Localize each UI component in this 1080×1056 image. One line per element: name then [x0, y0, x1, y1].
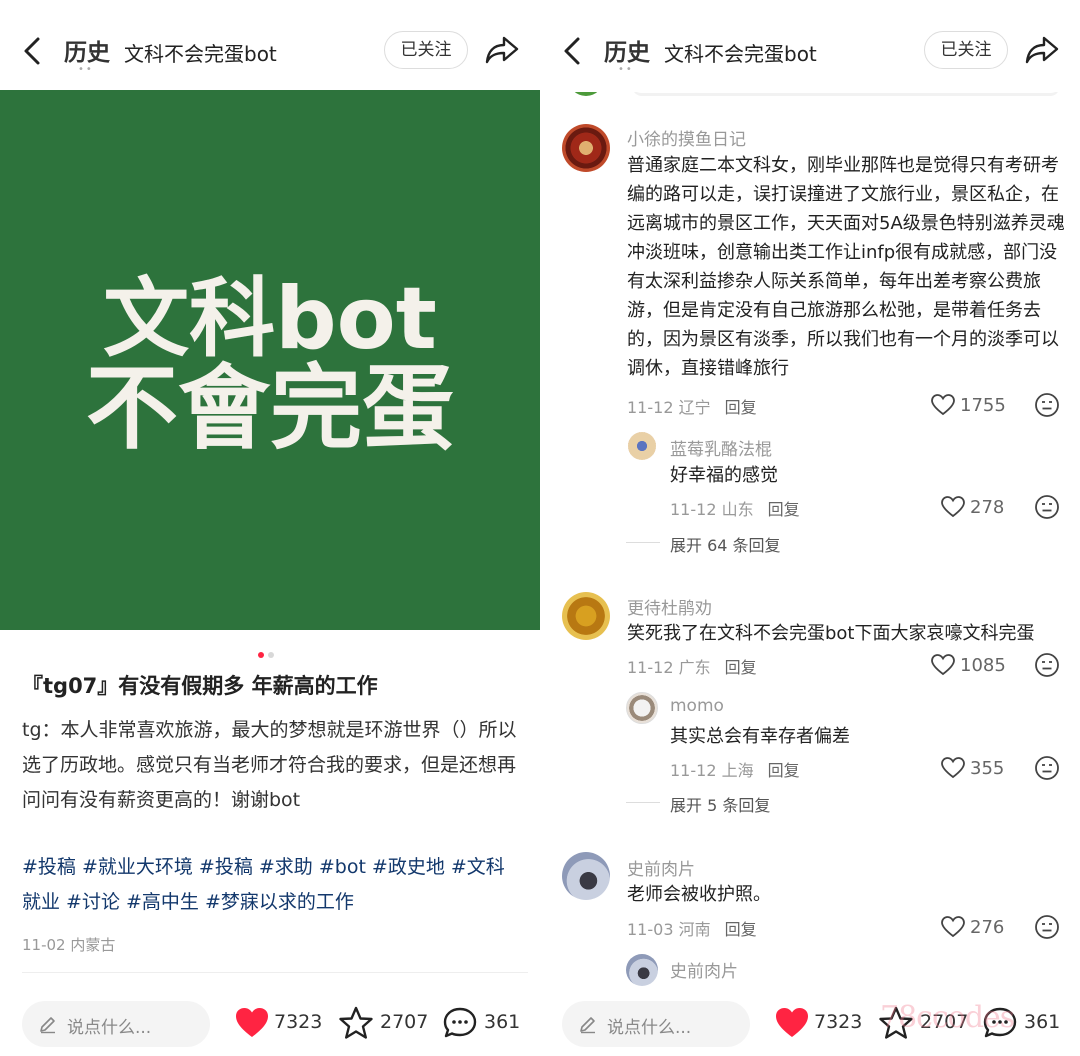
reply-meta: 11-12 上海 回复 — [670, 757, 800, 781]
divider — [22, 972, 528, 973]
comment-author[interactable]: 更待杜鹃劝 — [627, 594, 712, 619]
expand-replies-link[interactable]: 展开 5 条回复 — [625, 792, 770, 816]
reply-text: 好幸福的感觉 — [670, 465, 778, 486]
dislike-face-icon[interactable] — [1034, 652, 1060, 678]
reply-author[interactable]: 史前肉片 — [670, 957, 738, 982]
comment-input[interactable]: 说点什么... — [22, 1001, 210, 1047]
comment-like-count: 276 — [970, 917, 1005, 938]
carousel-indicator — [258, 643, 278, 662]
avatar[interactable] — [562, 124, 610, 172]
like-count: 7323 — [274, 1011, 323, 1033]
heart-outline-icon[interactable] — [940, 915, 966, 939]
comment-author[interactable]: 史前肉片 — [627, 855, 695, 880]
avatar[interactable] — [626, 692, 658, 724]
reply-button[interactable]: 回复 — [768, 761, 800, 780]
reply-button[interactable]: 回复 — [725, 920, 757, 939]
comment-date-location: 11-12 广东 — [627, 658, 711, 677]
history-link[interactable]: 历史 — [604, 33, 650, 67]
comment-meta: 11-12 广东 回复 — [627, 654, 757, 678]
cover-text-line1: 文科bot — [103, 269, 437, 369]
reply-text: 其实总会有幸存者偏差 — [670, 726, 850, 747]
reply-date-location: 11-12 山东 — [670, 500, 754, 519]
comment-text: 普通家庭二本文科女，刚毕业那阵也是觉得只有考研考编的路可以走，误打误撞进了文旅行… — [627, 155, 1065, 379]
heart-outline-icon[interactable] — [930, 393, 956, 417]
reply-like-count: 355 — [970, 758, 1005, 779]
heart-filled-icon[interactable] — [774, 1006, 810, 1040]
dislike-face-icon[interactable] — [1034, 914, 1060, 940]
reply-button[interactable]: 回复 — [725, 658, 757, 677]
top-bar: 历史 •• 文科不会完蛋bot 已关注 — [540, 0, 1080, 92]
post-cover-image[interactable]: 文科bot 不會完蛋 — [0, 90, 540, 630]
dislike-face-icon[interactable] — [1034, 755, 1060, 781]
heart-outline-icon[interactable] — [940, 756, 966, 780]
avatar[interactable] — [562, 852, 610, 900]
follow-button[interactable]: 已关注 — [384, 31, 468, 69]
pen-icon — [40, 1017, 55, 1034]
follow-button[interactable]: 已关注 — [924, 31, 1008, 69]
history-link[interactable]: 历史 — [64, 33, 110, 67]
comment-text: 老师会被收护照。 — [627, 884, 771, 905]
account-title[interactable]: 文科不会完蛋bot — [124, 38, 277, 67]
history-dots: •• — [78, 64, 94, 75]
comment-date-location: 11-03 河南 — [627, 920, 711, 939]
cover-text-line2: 不會完蛋 — [86, 355, 454, 462]
like-count: 7323 — [814, 1011, 863, 1033]
star-icon[interactable] — [338, 1006, 374, 1040]
comment-count: 361 — [1024, 1011, 1061, 1033]
comments-panel: 历史 •• 文科不会完蛋bot 已关注 小徐的摸鱼日记 普通家庭二本文科女，刚毕… — [540, 0, 1080, 1056]
comment-meta: 11-12 辽宁 回复 — [627, 394, 757, 418]
post-meta: 11-02 内蒙古 — [22, 936, 116, 954]
top-bar: 历史 •• 文科不会完蛋bot 已关注 — [0, 0, 540, 92]
comment-input-placeholder: 说点什么... — [607, 1018, 692, 1038]
reply-author[interactable]: 蓝莓乳酪法棍 — [670, 435, 772, 460]
comment-like-count: 1085 — [960, 655, 1006, 676]
share-icon[interactable] — [484, 34, 520, 66]
post-body: tg：本人非常喜欢旅游，最大的梦想就是环游世界（）所以选了历政地。感觉只有当老师… — [22, 719, 517, 811]
reply-button[interactable]: 回复 — [725, 398, 757, 417]
reply-date-location: 11-12 上海 — [670, 761, 754, 780]
post-tags[interactable]: #投稿 #就业大环境 #投稿 #求助 #bot #政史地 #文科就业 #讨论 #… — [22, 850, 522, 920]
pen-icon — [580, 1017, 595, 1034]
comment-text: 笑死我了在文科不会完蛋bot下面大家哀嚎文科完蛋 — [627, 623, 1035, 644]
comment-count: 361 — [484, 1011, 521, 1033]
back-icon[interactable] — [22, 36, 44, 66]
post-panel: 历史 •• 文科不会完蛋bot 已关注 文科bot 不會完蛋 『tg07』有没有… — [0, 0, 540, 1056]
comment-author[interactable]: 小徐的摸鱼日记 — [627, 125, 746, 150]
comment-input-placeholder: 说点什么... — [67, 1018, 152, 1038]
reply-author[interactable]: momo — [670, 696, 724, 716]
comment-input[interactable]: 说点什么... — [562, 1001, 750, 1047]
comment-meta: 11-03 河南 回复 — [627, 916, 757, 940]
watermark: 78ccodes — [880, 1000, 1015, 1035]
bottom-bar: 说点什么... 7323 2707 361 — [0, 992, 540, 1056]
avatar[interactable] — [562, 592, 610, 640]
dislike-face-icon[interactable] — [1034, 392, 1060, 418]
comment-bubble-icon[interactable] — [442, 1006, 478, 1040]
comment-date-location: 11-12 辽宁 — [627, 398, 711, 417]
back-icon[interactable] — [562, 36, 584, 66]
favorite-count: 2707 — [380, 1011, 429, 1033]
expand-replies-link[interactable]: 展开 64 条回复 — [626, 532, 781, 556]
carousel-dot-active — [258, 652, 264, 658]
avatar[interactable] — [626, 954, 658, 986]
avatar[interactable] — [628, 432, 656, 460]
post-title: 『tg07』有没有假期多 年薪高的工作 — [22, 674, 378, 698]
heart-filled-icon[interactable] — [234, 1006, 270, 1040]
reply-meta: 11-12 山东 回复 — [670, 496, 800, 520]
reply-button[interactable]: 回复 — [768, 500, 800, 519]
reply-like-count: 278 — [970, 497, 1005, 518]
share-icon[interactable] — [1024, 34, 1060, 66]
heart-outline-icon[interactable] — [930, 653, 956, 677]
dislike-face-icon[interactable] — [1034, 494, 1060, 520]
history-dots: •• — [618, 64, 634, 75]
comment-like-count: 1755 — [960, 395, 1006, 416]
account-title[interactable]: 文科不会完蛋bot — [664, 38, 817, 67]
heart-outline-icon[interactable] — [940, 495, 966, 519]
carousel-dot — [268, 652, 274, 658]
